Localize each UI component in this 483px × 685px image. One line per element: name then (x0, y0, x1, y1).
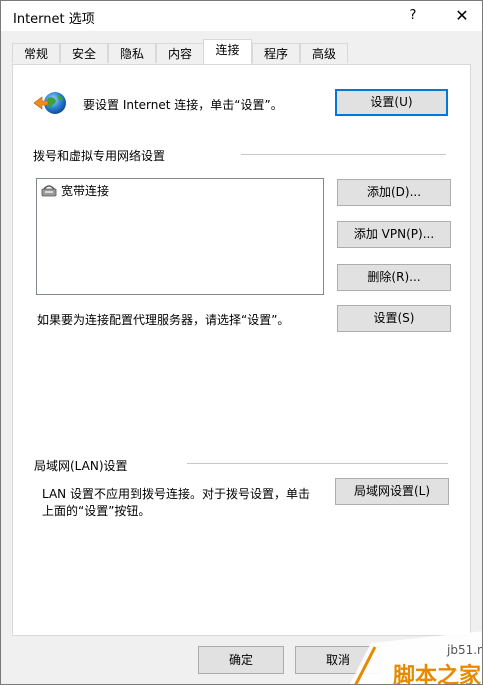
setup-instruction-text: 要设置 Internet 连接，单击“设置”。 (83, 98, 283, 112)
connection-list[interactable]: 宽带连接 (36, 178, 324, 295)
tab-security[interactable]: 安全 (60, 43, 108, 63)
connection-name: 宽带连接 (61, 184, 110, 198)
tab-general[interactable]: 常规 (12, 43, 60, 63)
add-button[interactable]: 添加(D)... (337, 179, 451, 206)
tab-privacy[interactable]: 隐私 (108, 43, 156, 63)
proxy-instruction-text: 如果要为连接配置代理服务器，请选择“设置”。 (37, 313, 290, 327)
internet-options-dialog: Internet 选项 ? ✕ 常规 安全 隐私 内容 连接 程序 高级 要设置… (0, 0, 483, 685)
dialup-section-divider (241, 154, 446, 155)
add-vpn-button[interactable]: 添加 VPN(P)... (337, 221, 451, 248)
site-watermark: jb51.net 脚本之家 (341, 631, 482, 685)
delete-button[interactable]: 删除(R)... (337, 264, 451, 291)
tab-connections[interactable]: 连接 (203, 39, 252, 64)
connections-panel: 要设置 Internet 连接，单击“设置”。 设置(U) 拨号和虚拟专用网络设… (12, 64, 471, 636)
lan-section-divider (187, 463, 448, 464)
dialup-section-title: 拨号和虚拟专用网络设置 (33, 149, 166, 163)
watermark-url: jb51.net (447, 643, 482, 657)
help-button[interactable]: ? (398, 1, 428, 31)
lan-settings-button[interactable]: 局域网设置(L) (335, 478, 449, 505)
tab-programs[interactable]: 程序 (252, 43, 300, 63)
close-button[interactable]: ✕ (442, 1, 482, 31)
watermark-brand: 脚本之家 (393, 664, 482, 685)
setup-button[interactable]: 设置(U) (335, 89, 448, 116)
ok-button[interactable]: 确定 (198, 646, 284, 674)
tab-content[interactable]: 内容 (156, 43, 204, 63)
tab-advanced[interactable]: 高级 (300, 43, 348, 63)
lan-description-line1: LAN 设置不应用到拨号连接。对于拨号设置，单击 (42, 487, 310, 501)
dialup-connection-icon (41, 185, 57, 197)
dialup-settings-button[interactable]: 设置(S) (337, 305, 451, 332)
title-bar: Internet 选项 ? ✕ (1, 1, 482, 31)
window-title: Internet 选项 (13, 12, 95, 27)
list-item[interactable]: 宽带连接 (37, 179, 237, 201)
lan-description-line2: 上面的“设置”按钮。 (42, 504, 151, 518)
globe-network-icon (33, 92, 66, 114)
lan-section-title: 局域网(LAN)设置 (34, 459, 128, 473)
